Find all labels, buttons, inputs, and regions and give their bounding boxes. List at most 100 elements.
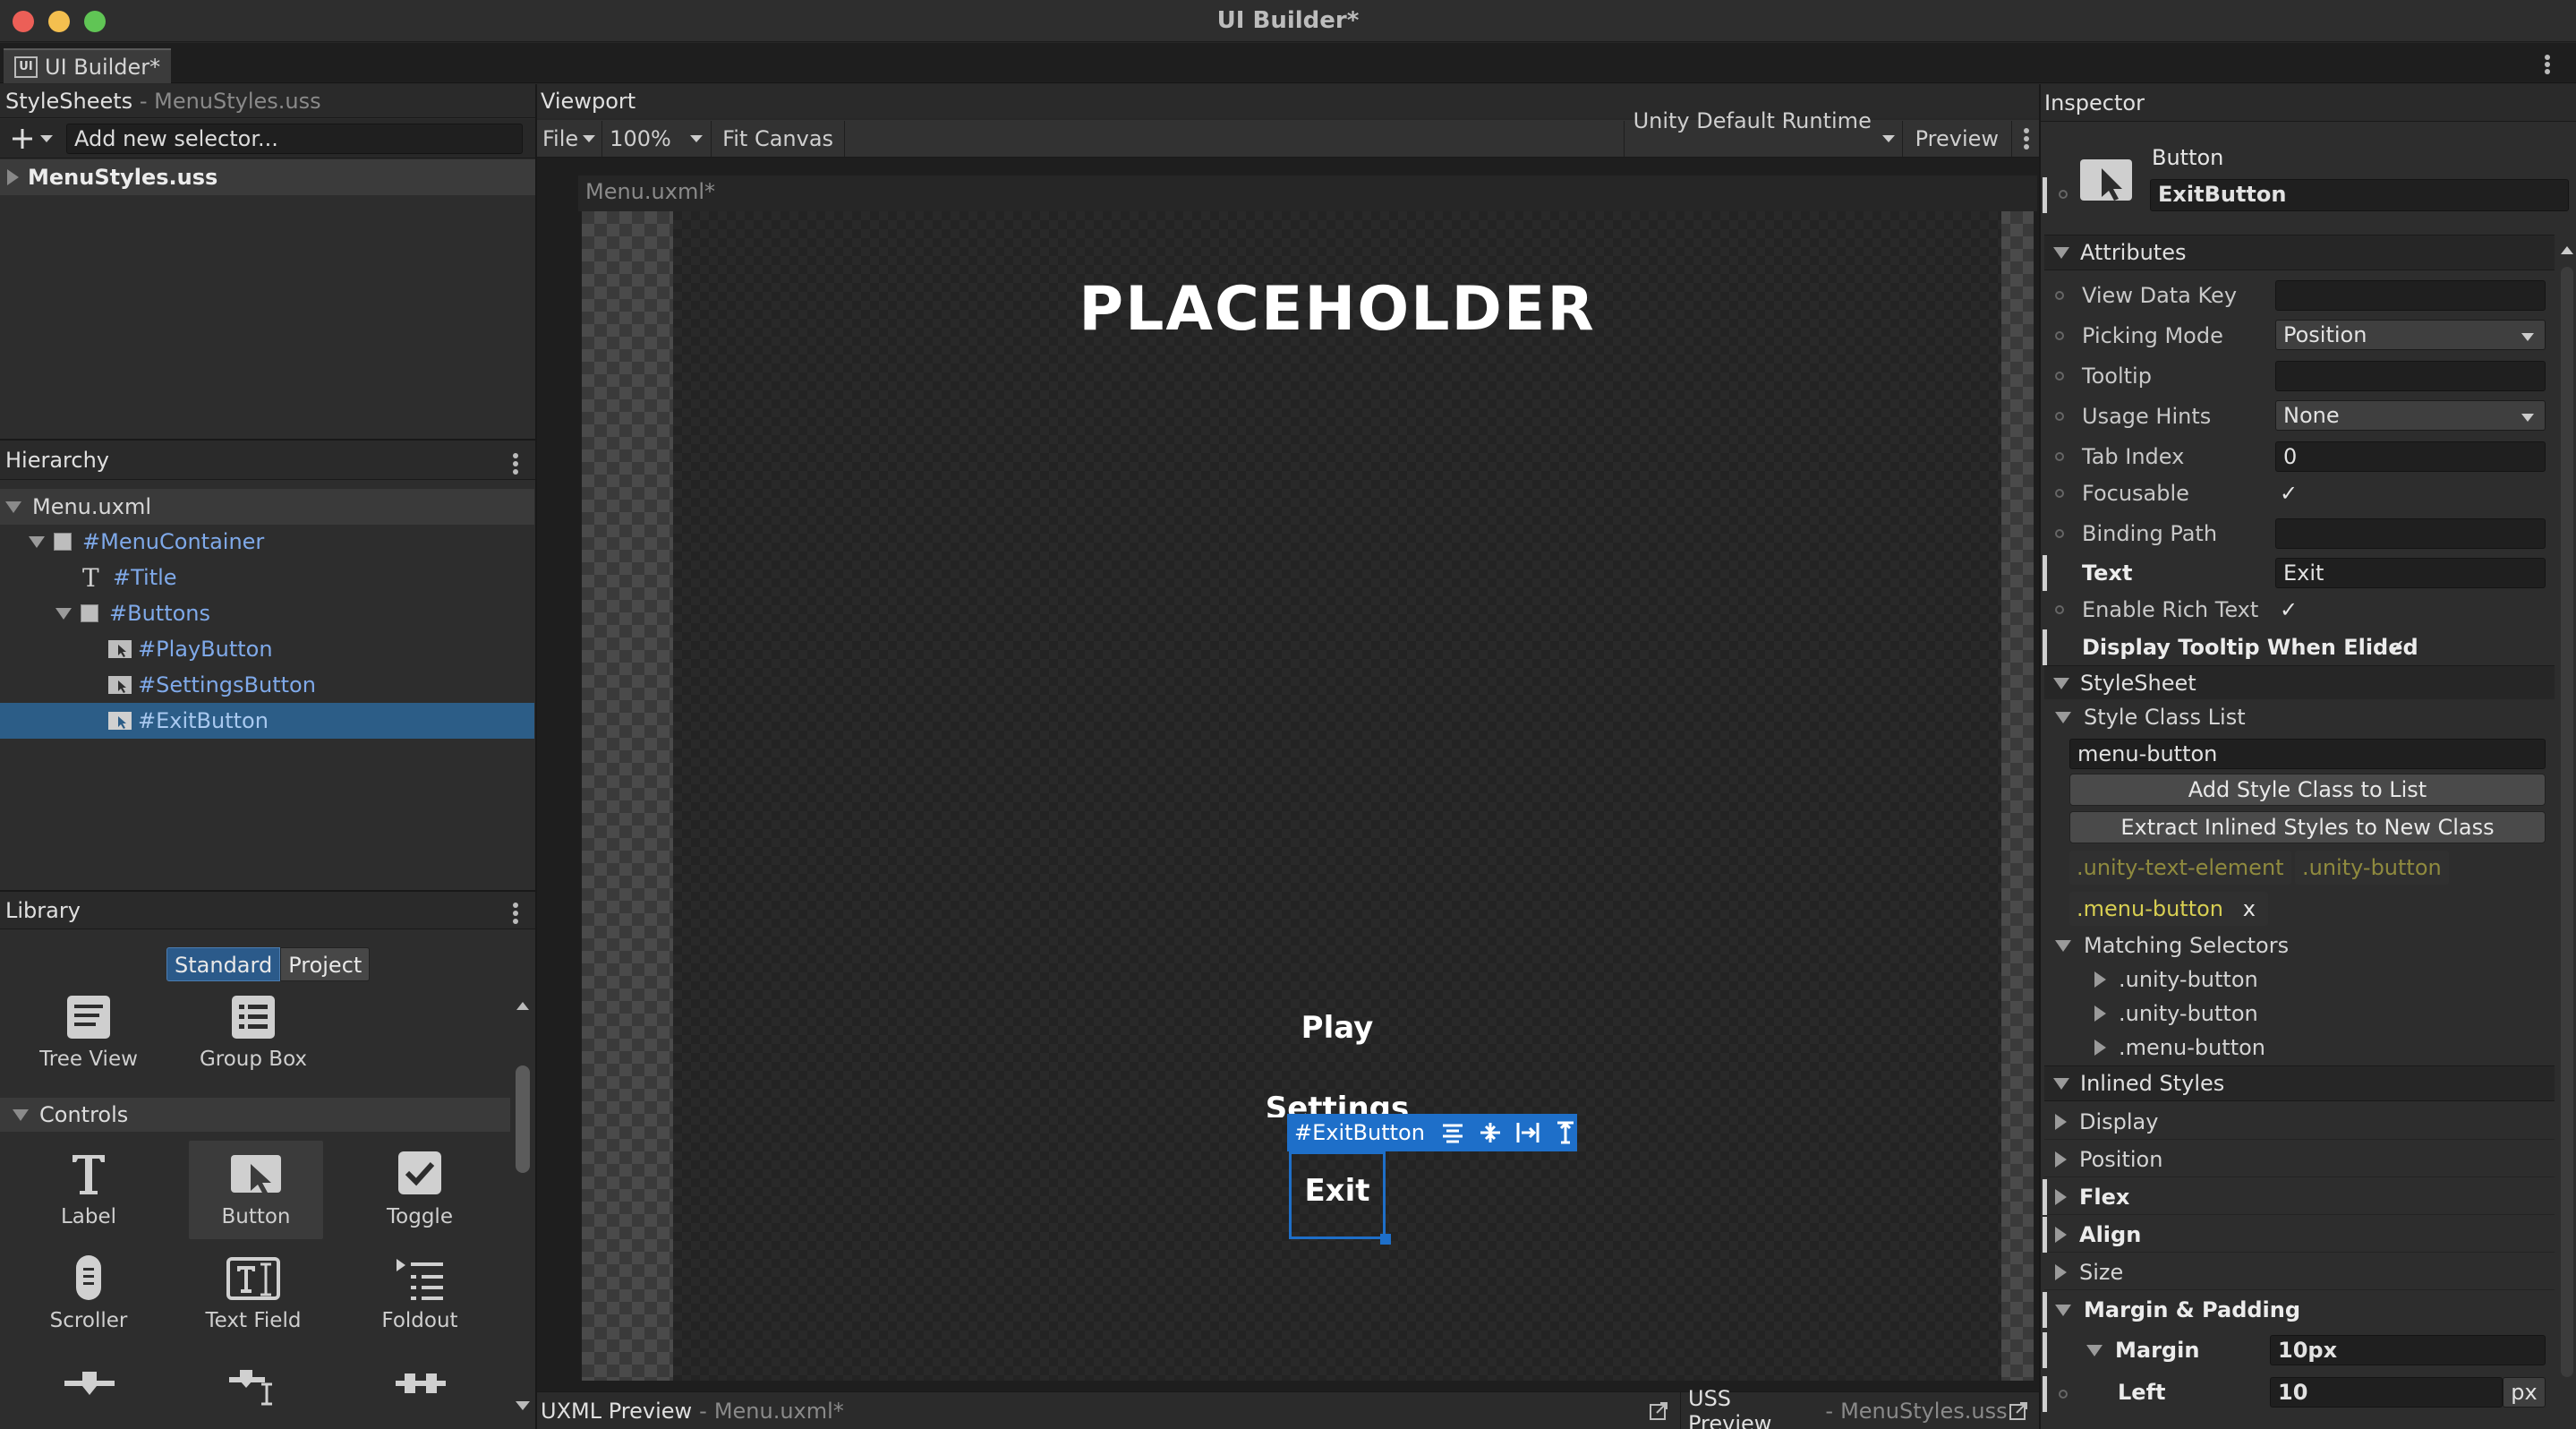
- canvas-header[interactable]: Menu.uxml*: [578, 175, 2037, 211]
- stylesheet-section-header[interactable]: StyleSheet: [2044, 665, 2555, 701]
- open-external-icon[interactable]: [2008, 1400, 2028, 1422]
- visual-element-icon: [81, 604, 98, 622]
- stylesheet-item[interactable]: MenuStyles.uss: [0, 159, 535, 195]
- style-class-input[interactable]: menu-button: [2069, 739, 2546, 769]
- viewport-more-icon[interactable]: [2012, 121, 2039, 157]
- inlined-size-foldout[interactable]: Size: [2044, 1254, 2555, 1290]
- align-center-icon[interactable]: [1439, 1119, 1464, 1146]
- scroll-down-icon[interactable]: [514, 1399, 532, 1413]
- add-style-class-button[interactable]: Add Style Class to List: [2069, 774, 2546, 806]
- picking-mode-dropdown[interactable]: Position: [2275, 320, 2546, 350]
- collapse-arrow-icon[interactable]: [55, 607, 72, 620]
- margin-foldout[interactable]: Margin: [2047, 1332, 2271, 1368]
- add-stylesheet-button[interactable]: [0, 119, 61, 158]
- slider-int-icon[interactable]: [227, 1368, 281, 1406]
- exit-button[interactable]: Exit: [1289, 1173, 1386, 1209]
- collapse-arrow-icon[interactable]: [13, 1108, 29, 1121]
- extract-inlined-styles-button[interactable]: Extract Inlined Styles to New Class: [2069, 811, 2546, 843]
- library-header: Library: [0, 892, 535, 929]
- override-indicator: [2043, 1376, 2047, 1412]
- hierarchy-item-title[interactable]: T #Title: [0, 560, 534, 595]
- text-input[interactable]: Exit: [2275, 558, 2546, 588]
- matching-selectors-foldout[interactable]: Matching Selectors: [2044, 928, 2555, 963]
- margin-input[interactable]: 10px: [2270, 1335, 2546, 1365]
- library-item-scroller[interactable]: Scroller: [21, 1254, 156, 1352]
- text-field-icon: [226, 1257, 280, 1300]
- inlined-styles-section-header[interactable]: Inlined Styles: [2044, 1065, 2555, 1101]
- library-item-group-box[interactable]: Group Box: [186, 994, 320, 1092]
- window-menu-icon[interactable]: [2538, 52, 2556, 77]
- stretch-horizontal-icon[interactable]: [1514, 1119, 1540, 1146]
- zoom-dropdown[interactable]: 100%: [602, 120, 712, 157]
- library-item-toggle[interactable]: Toggle: [353, 1150, 487, 1248]
- library-item-foldout[interactable]: Foldout: [353, 1254, 487, 1352]
- matching-selector-item[interactable]: .menu-button: [2044, 1030, 2555, 1065]
- chevron-down-icon: [690, 134, 704, 142]
- inspector-scrollbar[interactable]: [2558, 240, 2576, 1395]
- focusable-checkbox[interactable]: ✓: [2277, 482, 2300, 505]
- tab-index-input[interactable]: 0: [2275, 441, 2546, 472]
- play-button[interactable]: Play: [1244, 1010, 1430, 1046]
- style-class-list-foldout[interactable]: Style Class List: [2044, 699, 2555, 735]
- usage-hints-dropdown[interactable]: None: [2275, 400, 2546, 431]
- enable-rich-text-checkbox[interactable]: ✓: [2277, 598, 2300, 621]
- inlined-align-foldout[interactable]: Align: [2047, 1217, 2555, 1253]
- uss-preview-tab[interactable]: USS Preview - MenuStyles.uss: [1681, 1386, 2039, 1429]
- margin-left-input[interactable]: 10: [2270, 1377, 2503, 1408]
- hierarchy-item-label: #PlayButton: [138, 637, 273, 662]
- collapse-arrow-icon[interactable]: [29, 535, 45, 548]
- library-item-button[interactable]: Button: [189, 1141, 323, 1239]
- hierarchy-menu-icon[interactable]: [507, 451, 525, 476]
- attributes-section-header[interactable]: Attributes: [2044, 235, 2555, 270]
- preview-toggle[interactable]: Preview: [1903, 120, 2012, 157]
- inlined-display-foldout[interactable]: Display: [2044, 1104, 2555, 1140]
- tab-standard[interactable]: Standard: [166, 947, 281, 981]
- selection-label: #ExitButton: [1294, 1120, 1425, 1145]
- tab-project[interactable]: Project: [280, 947, 371, 981]
- expand-arrow-icon[interactable]: [7, 169, 19, 185]
- inlined-position-foldout[interactable]: Position: [2044, 1142, 2555, 1177]
- uxml-preview-tab[interactable]: UXML Preview - Menu.uxml*: [537, 1391, 1681, 1429]
- class-chip-menu-button[interactable]: .menu-button x: [2069, 892, 2268, 926]
- library-item-label[interactable]: Label: [21, 1150, 156, 1248]
- fit-canvas-button[interactable]: Fit Canvas: [712, 120, 846, 157]
- stylesheets-toolbar: Add new selector...: [0, 119, 535, 158]
- library-title: Library: [5, 898, 81, 923]
- slider-icon[interactable]: [63, 1368, 116, 1400]
- label-icon: T: [82, 562, 99, 593]
- file-menu[interactable]: File: [537, 120, 603, 157]
- element-name-field[interactable]: ExitButton: [2150, 179, 2569, 211]
- matching-selector-item[interactable]: .unity-button: [2044, 996, 2555, 1031]
- add-selector-input[interactable]: Add new selector...: [66, 124, 523, 154]
- hierarchy-root[interactable]: Menu.uxml: [0, 489, 534, 525]
- margin-left-unit-dropdown[interactable]: px: [2503, 1377, 2546, 1408]
- align-middle-icon[interactable]: [1477, 1119, 1502, 1146]
- hierarchy-item-label: #Title: [113, 565, 177, 590]
- resize-handle[interactable]: [1380, 1234, 1391, 1245]
- stretch-vertical-icon[interactable]: [1552, 1119, 1577, 1146]
- collapse-arrow-icon[interactable]: [5, 501, 21, 513]
- tooltip-input[interactable]: [2275, 361, 2546, 391]
- display-tooltip-checkbox[interactable]: ✓: [2385, 636, 2409, 659]
- hierarchy-item-settingsbutton[interactable]: #SettingsButton: [0, 667, 534, 703]
- open-external-icon[interactable]: [1648, 1400, 1669, 1422]
- matching-selector-item[interactable]: .unity-button: [2044, 962, 2555, 997]
- hierarchy-item-playbutton[interactable]: #PlayButton: [0, 631, 534, 667]
- inlined-margin-padding-foldout[interactable]: Margin & Padding: [2047, 1292, 2555, 1328]
- hierarchy-item-menucontainer[interactable]: #MenuContainer: [0, 524, 534, 560]
- tab-ui-builder[interactable]: UI UI Builder*: [4, 48, 172, 83]
- theme-dropdown[interactable]: Unity Default Runtime ...: [1623, 108, 1903, 169]
- hierarchy-item-exitbutton[interactable]: #ExitButton: [0, 703, 534, 739]
- inlined-flex-foldout[interactable]: Flex: [2047, 1179, 2555, 1215]
- library-menu-icon[interactable]: [507, 901, 525, 926]
- foldout-icon: [397, 1259, 443, 1300]
- remove-class-icon[interactable]: x: [2236, 892, 2268, 926]
- library-item-text-field[interactable]: Text Field: [186, 1254, 320, 1352]
- hierarchy-item-buttons[interactable]: #Buttons: [0, 595, 534, 631]
- view-data-key-input[interactable]: [2275, 280, 2546, 311]
- binding-path-input[interactable]: [2275, 518, 2546, 549]
- library-scrollbar[interactable]: [512, 994, 533, 1406]
- library-section-controls[interactable]: Controls: [0, 1098, 510, 1132]
- library-item-tree-view[interactable]: Tree View: [21, 994, 156, 1092]
- min-max-slider-icon[interactable]: [394, 1368, 448, 1400]
